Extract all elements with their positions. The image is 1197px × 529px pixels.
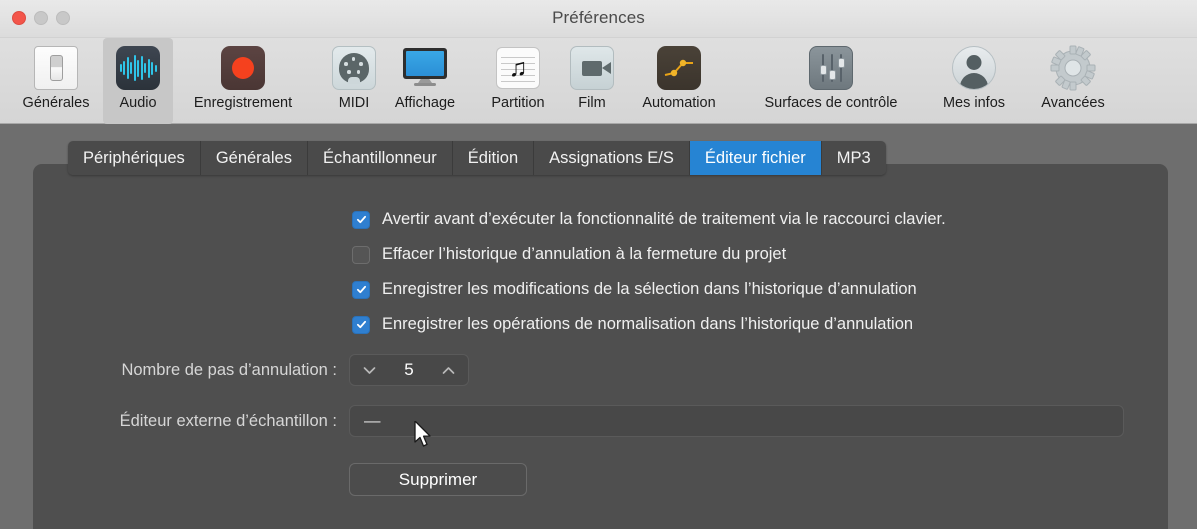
mouse-cursor (414, 421, 431, 447)
external-editor-row: Éditeur externe d’échantillon : — (52, 405, 1125, 437)
toolbar-label: Surfaces de contrôle (764, 95, 898, 111)
tab-edition[interactable]: Édition (452, 141, 535, 175)
checkbox-record-normalization[interactable] (352, 315, 370, 334)
preferences-window: Préférences Générales Audio Enregistreme… (0, 0, 1197, 529)
toolbar-label: Automation (642, 95, 716, 111)
toolbar-item-enregistrement[interactable]: Enregistrement (172, 38, 314, 124)
checkbox-record-selection-changes[interactable] (352, 280, 370, 299)
checkbox-label: Enregistrer les modifications de la séle… (382, 280, 917, 298)
tab-generales[interactable]: Générales (200, 141, 308, 175)
supprimer-button[interactable]: Supprimer (349, 463, 527, 496)
window-title: Préférences (552, 8, 645, 27)
toolbar-label: Mes infos (942, 95, 1006, 111)
tab-bar: Périphériques Générales Échantillonneur … (68, 141, 886, 175)
chevron-down-icon[interactable] (363, 366, 376, 375)
toolbar-item-automation[interactable]: Automation (621, 38, 737, 124)
video-camera-icon (566, 42, 618, 94)
display-monitor-icon (399, 42, 451, 94)
tab-editeur-fichier[interactable]: Éditeur fichier (689, 141, 822, 175)
tab-mp3[interactable]: MP3 (821, 141, 886, 175)
switch-icon (30, 42, 82, 94)
external-editor-input[interactable]: — (349, 405, 1124, 437)
checkbox-row-record-normalization[interactable]: Enregistrer les opérations de normalisat… (352, 313, 946, 336)
checkbox-row-clear-undo-history[interactable]: Effacer l’historique d’annulation à la f… (352, 243, 946, 266)
toolbar-item-film[interactable]: Film (564, 38, 620, 124)
title-bar: Préférences (0, 0, 1197, 38)
chevron-up-icon[interactable] (442, 366, 455, 375)
midi-plug-icon (328, 42, 380, 94)
toolbar-label: Partition (491, 95, 545, 111)
toolbar-label: Enregistrement (193, 95, 293, 111)
check-icon (356, 215, 366, 224)
checkbox-label: Avertir avant d’exécuter la fonctionnali… (382, 210, 946, 228)
toolbar-item-audio[interactable]: Audio (103, 38, 173, 124)
checkbox-row-warn-before-processing[interactable]: Avertir avant d’exécuter la fonctionnali… (352, 208, 946, 231)
toolbar-label: Générales (22, 95, 90, 111)
checkbox-label: Effacer l’historique d’annulation à la f… (382, 245, 787, 263)
checkbox-row-record-selection-changes[interactable]: Enregistrer les modifications de la séle… (352, 278, 946, 301)
undo-steps-row: Nombre de pas d’annulation : 5 (52, 354, 469, 386)
checkbox-warn-before-processing[interactable] (352, 210, 370, 229)
checkbox-clear-undo-history[interactable] (352, 245, 370, 264)
user-avatar-icon (948, 42, 1000, 94)
record-dot-icon (217, 42, 269, 94)
tab-assignations-es[interactable]: Assignations E/S (534, 141, 690, 175)
toolbar-item-mes-infos[interactable]: Mes infos (928, 38, 1020, 124)
toolbar-item-avancees[interactable]: Avancées (1026, 38, 1120, 124)
undo-steps-stepper[interactable]: 5 (349, 354, 469, 386)
toolbar-item-surfaces-de-controle[interactable]: Surfaces de contrôle (740, 38, 922, 124)
toolbar-label: Avancées (1041, 95, 1105, 111)
checkbox-group: Avertir avant d’exécuter la fonctionnali… (352, 208, 946, 348)
toolbar-item-affichage[interactable]: Affichage (379, 38, 471, 124)
preferences-toolbar: Générales Audio Enregistrement MIDI Affi… (0, 38, 1197, 124)
toolbar-item-generales[interactable]: Générales (14, 38, 98, 124)
gear-icon (1047, 42, 1099, 94)
check-icon (356, 285, 366, 294)
checkbox-label: Enregistrer les opérations de normalisat… (382, 315, 914, 333)
toolbar-item-partition[interactable]: ♫ Partition (474, 38, 562, 124)
undo-steps-value: 5 (404, 360, 414, 379)
audio-waveform-icon (112, 42, 164, 94)
automation-curve-icon (653, 42, 705, 94)
toolbar-label: Audio (119, 95, 157, 111)
faders-icon (805, 42, 857, 94)
undo-steps-label: Nombre de pas d’annulation : (121, 360, 337, 379)
tab-echantillonneur[interactable]: Échantillonneur (307, 141, 453, 175)
toolbar-label: Film (578, 95, 606, 111)
check-icon (356, 320, 366, 329)
external-editor-label: Éditeur externe d’échantillon : (119, 411, 337, 430)
toolbar-label: MIDI (338, 95, 370, 111)
tab-peripheriques[interactable]: Périphériques (68, 141, 201, 175)
music-note-icon: ♫ (492, 42, 544, 94)
toolbar-label: Affichage (394, 95, 456, 111)
